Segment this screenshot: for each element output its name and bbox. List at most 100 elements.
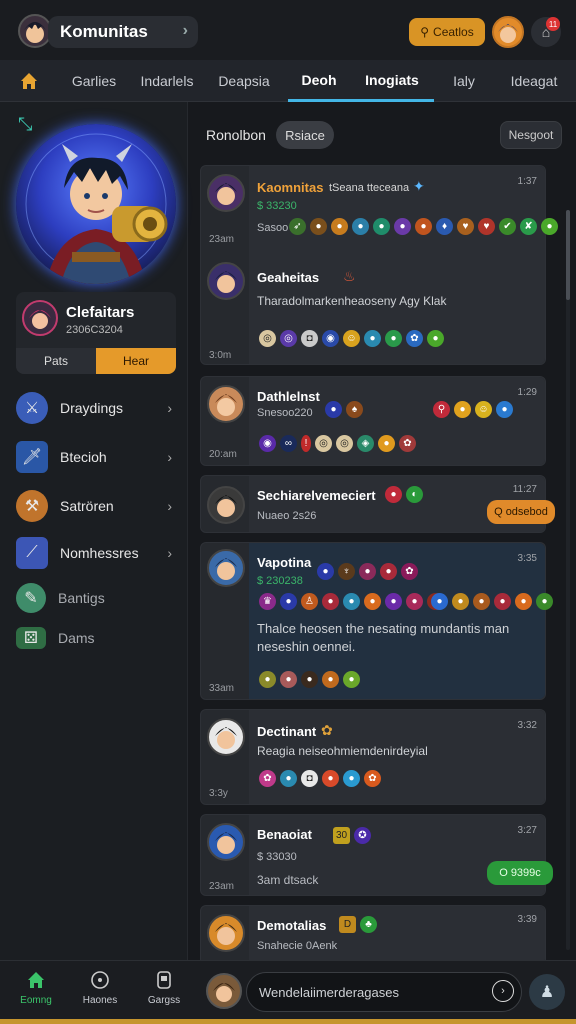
sidebar-item-bantigs[interactable]: ✎ Bantigs [16,578,178,618]
profile-card: Clefaitars 2306C3204 Pats Hear [16,292,176,374]
profile-avatar[interactable] [492,16,524,48]
home-icon [25,969,47,991]
post-reply-avatar[interactable] [207,262,245,300]
post-avatar[interactable] [207,718,245,756]
app-root: Komunitas › ⚲ Ceatlos ⌂ 11 Garlies Indar… [0,0,576,1024]
reaction-row: ● ● ● ● ● ● [431,593,553,610]
post-time: 1:29 [517,387,537,398]
tab-ialy[interactable]: Ialy [434,60,494,102]
staff-icon: ⚒ [16,490,48,522]
reaction-row: ● ♠ [325,401,363,418]
post-note: 3am dtsack [257,873,319,887]
post-left-time: 3:3y [209,788,228,799]
tab-ideagat[interactable]: Ideagat [496,60,572,102]
post-time: 3:35 [517,553,537,564]
post-left-time: 20:am [209,449,237,460]
post-card[interactable]: Dathlelnst Snesoo220 ● ♠ ⚲ ● ☺ ● 1:29 ◉ ∞! ◎ ◎ ◈… [200,376,546,466]
sidebar-item-btecioh[interactable]: 🗡 Btecioh › [16,437,178,477]
post-card[interactable]: Benaoiat 30 ✪ $ 33030 3am dtsack 3:27 23a… [200,814,553,896]
bottom-bar: Eomng Haones Gargss › ♟ [0,960,576,1024]
sidebar-item-draydings[interactable]: ⚔ Draydings › [16,388,178,428]
post-meta: $ 33230 [257,200,297,212]
send-button[interactable]: › [492,980,514,1002]
community-switcher[interactable]: Komunitas › [48,16,198,48]
post-card[interactable]: Kaomnitas tSeana tteceana ✦ 1:37 $ 33230… [200,165,558,365]
blade-icon: ⟋ [16,537,48,569]
post-avatar[interactable] [207,385,245,423]
post-author[interactable]: Dathlelnst [257,389,320,404]
post-author[interactable]: Sechiarelvemeciert [257,488,376,503]
feed-scrollbar-track[interactable] [566,210,570,950]
collapse-icon[interactable]: ⤡ [18,114,32,135]
hero-portrait [16,124,176,284]
post-author[interactable]: Geaheitas [257,270,319,285]
post-avatar[interactable] [207,174,245,212]
status-pill[interactable]: O 9399c [487,861,553,885]
post-meta: $ 230238 [257,575,303,587]
compose-avatar[interactable] [206,973,242,1009]
sidebar-item-label: Bantigs [58,590,105,606]
filter-right-button[interactable]: Nesgoot [500,121,562,149]
post-left-time: 33am [209,683,235,694]
sword-icon: 🗡 [16,441,48,473]
profile-left-button[interactable]: Pats [16,348,96,374]
post-card[interactable]: Dectinant ✿ Reagia neiseohmiemdenirdeyia… [200,709,546,805]
tab-deapsia[interactable]: Deapsia [204,60,284,102]
tab-inogiats[interactable]: Inogiats [350,60,434,102]
post-author[interactable]: Demotalias [257,918,326,933]
post-time: 3:27 [517,825,537,836]
profile-right-button[interactable]: Hear [96,348,176,374]
post-avatar[interactable] [207,486,245,524]
chevron-right-icon: › [167,449,172,465]
home-tab[interactable] [0,60,58,102]
post-meta: Snahecie 0Aenk [257,940,338,952]
fire-icon: ♨ [343,268,356,284]
post-meta: Nuaeo 2s26 [257,510,317,522]
main-feed: Ronolbon Rsiace Nesgoot Kaomnitas tSeana… [188,102,576,960]
bottom-nav-haones[interactable]: Haones [70,969,130,1019]
status-pill[interactable]: Q odsebod [487,500,555,524]
post-author[interactable]: Kaomnitas [257,180,323,195]
tab-garlies[interactable]: Garlies [58,60,130,102]
profile-subtitle: 2306C3204 [66,324,123,336]
sidebar: ⤡ Clefaitars 2306C3204 Pats Hear ⚔ Drayd… [0,102,188,960]
filter-chip[interactable]: Rsiace [276,121,334,149]
post-left-time: 23am [209,234,235,245]
grid-icon [153,969,175,991]
target-icon [89,969,111,991]
profile-card-avatar [22,300,58,336]
search-button[interactable]: ⚲ Ceatlos [409,18,485,46]
compose-box[interactable] [246,972,522,1012]
tab-deoh[interactable]: Deoh [288,60,350,102]
post-card[interactable]: Vapotina ● ♆ ● ● ✿ $ 230238 3:35 ♛ ● ♙ ● ● ● ● ● ● ●… [200,542,553,700]
post-author[interactable]: Dectinant [257,724,316,739]
sidebar-item-dams[interactable]: ⚄ Dams [16,618,178,658]
tab-indarlels[interactable]: Indarlels [130,60,204,102]
user-avatar[interactable] [18,14,52,48]
profile-name: Clefaitars [66,304,135,321]
sidebar-item-satroren[interactable]: ⚒ Satrören › [16,486,178,526]
user-add-button[interactable]: ♟ [529,974,565,1010]
post-card[interactable]: Sechiarelvemeciert ● ◐ Nuaeo 2s26 11:27 Q… [200,475,555,533]
bottom-nav-gargss[interactable]: Gargss [134,969,194,1019]
post-avatar[interactable] [207,549,245,587]
user-plus-icon: ♟ [539,984,555,1001]
bottom-nav-home[interactable]: Eomng [6,969,66,1019]
arrow-right-icon: › [501,985,505,997]
sidebar-item-label: Nomhessres [60,545,139,561]
post-avatar[interactable] [207,823,245,861]
post-card[interactable]: Demotalias D ♣ Snahecie 0Aenk 3:39 [200,905,546,960]
sidebar-item-nomhessres[interactable]: ⟋ Nomhessres › [16,533,178,573]
compose-input[interactable] [259,973,489,1011]
post-text: neseshin oennei. [257,639,356,654]
reaction-row: ● ♆ ● ● ✿ [317,563,418,580]
post-author[interactable]: Benaoiat [257,827,312,842]
filter-label: Ronolbon [206,127,266,143]
swords-icon: ⚔ [16,392,48,424]
top-bar: Komunitas › ⚲ Ceatlos ⌂ 11 [0,0,576,60]
feed-scrollbar-thumb[interactable] [566,210,570,300]
dice-icon: ⚄ [16,627,46,649]
post-avatar[interactable] [207,914,245,952]
post-author[interactable]: Vapotina [257,555,311,570]
post-left-time: 23am [209,881,235,892]
